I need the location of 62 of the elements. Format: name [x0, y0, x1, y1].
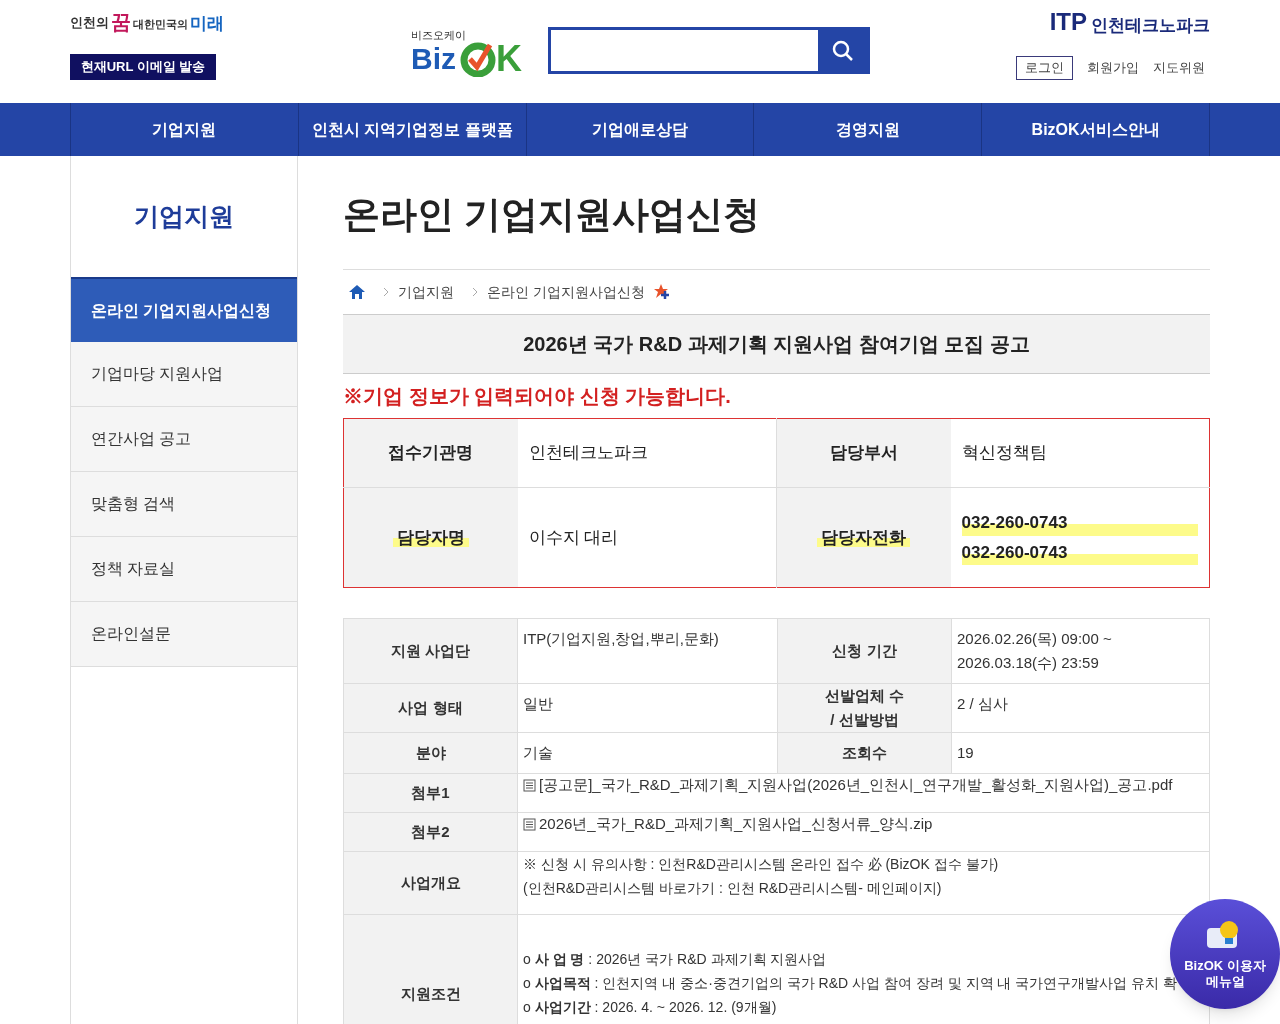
sidebar-item[interactable]: 정책 자료실 — [71, 537, 297, 602]
field-label: 첨부2 — [411, 822, 450, 840]
field-label: 분야 — [414, 743, 447, 763]
logo-text: Biz — [411, 44, 456, 74]
breadcrumb-link[interactable]: 온라인 기업지원사업신청 — [487, 281, 645, 303]
field-value: ITP(기업지원,창업,뿌리,문화) — [523, 629, 720, 649]
sidebar-item[interactable]: 연간사업 공고 — [71, 407, 297, 472]
chevron-icon — [383, 287, 389, 297]
field-label: 첨부1 — [411, 783, 450, 801]
header-link[interactable]: 회원가입 — [1087, 58, 1139, 78]
field-label: 지원 사업단 — [389, 641, 472, 661]
field-label: 사업 형태 — [397, 698, 464, 718]
search-field[interactable] — [548, 27, 870, 74]
field-value: 인천테크노파크 — [528, 442, 649, 465]
document-icon — [523, 778, 536, 792]
field-label: 담당자명 — [392, 527, 469, 547]
star-plus-icon[interactable] — [653, 284, 670, 300]
field-label: 신청 기간 — [831, 641, 898, 661]
field-label: 조회수 — [841, 743, 888, 763]
field-value: 19 — [957, 743, 975, 763]
sidebar-item[interactable]: 온라인설문 — [71, 602, 297, 667]
logo-text: K — [496, 41, 522, 77]
nav-item[interactable]: 기업지원 — [71, 103, 299, 156]
field-value: 2 / 심사 — [957, 694, 1009, 714]
nav-item[interactable]: BizOK서비스안내 — [982, 103, 1210, 156]
detail-text: (인천R&D관리시스템 바로가기 : 인천 R&D관리시스템- 메인페이지) — [523, 879, 943, 898]
notice-title: 2026년 국가 R&D 과제기획 지원사업 참여기업 모집 공고 — [343, 314, 1210, 374]
field-value: 기술 — [523, 743, 554, 763]
slogan-text: 인천의 꿈 대한민국의 미래 — [70, 12, 224, 32]
header-link[interactable]: 지도위원 — [1153, 58, 1205, 78]
search-button[interactable] — [818, 30, 867, 71]
nav-item[interactable]: 경영지원 — [754, 103, 983, 156]
search-icon — [831, 39, 854, 62]
sidebar-item[interactable]: 기업마당 지원사업 — [71, 342, 297, 407]
itp-logo-text: 인천테크노파크 — [1091, 17, 1210, 34]
sidebar-title: 기업지원 — [134, 200, 234, 232]
field-label: 지원조건 — [400, 985, 461, 1002]
nav-item[interactable]: 기업애로상담 — [526, 103, 755, 156]
email-button[interactable]: 현재URL 이메일 발송 — [70, 54, 216, 80]
detail-text: ※ 신청 시 유의사항 : 인천R&D관리시스템 온라인 접수 必 (BizOK 접수 불가) — [523, 855, 1000, 874]
field-label: 사업개요 — [400, 873, 461, 891]
field-value: 일반 — [523, 694, 554, 714]
field-value: 이수지 대리 — [528, 526, 620, 549]
sidebar-item[interactable]: 맞춤형 검색 — [71, 472, 297, 537]
detail-text: o 사업기간 : 2026. 4. ~ 2026. 12. (9개월) — [523, 998, 778, 1017]
page-title: 온라인 기업지원사업신청 — [343, 196, 1210, 270]
document-icon — [523, 817, 536, 831]
breadcrumb-link[interactable]: 기업지원 — [398, 281, 454, 303]
logo-caption: 비즈오케이 — [411, 30, 467, 41]
home-icon[interactable] — [349, 285, 365, 299]
itp-logo-text: ITP — [1049, 10, 1087, 34]
field-label: 담당자전화 — [817, 527, 911, 547]
warning-text: ※기업 정보가 입력되어야 신청 가능합니다. — [343, 386, 732, 406]
field-label: 접수기관명 — [387, 443, 475, 463]
field-value: 2026.02.26(목) 09:00 ~ 2026.03.18(수) 23:59 — [957, 629, 1113, 673]
sidebar-item[interactable]: 온라인 기업지원사업신청 — [71, 277, 297, 342]
field-value: 혁신정책팀 — [961, 442, 1048, 465]
field-label: 선발업체 수 / 선발방법 — [823, 686, 906, 730]
field-label: 담당부서 — [828, 443, 899, 463]
chevron-icon — [472, 287, 478, 297]
header-link[interactable]: 로그인 — [1016, 56, 1073, 80]
nav-item[interactable]: 인천시 지역기업정보 플랫폼 — [298, 103, 527, 156]
